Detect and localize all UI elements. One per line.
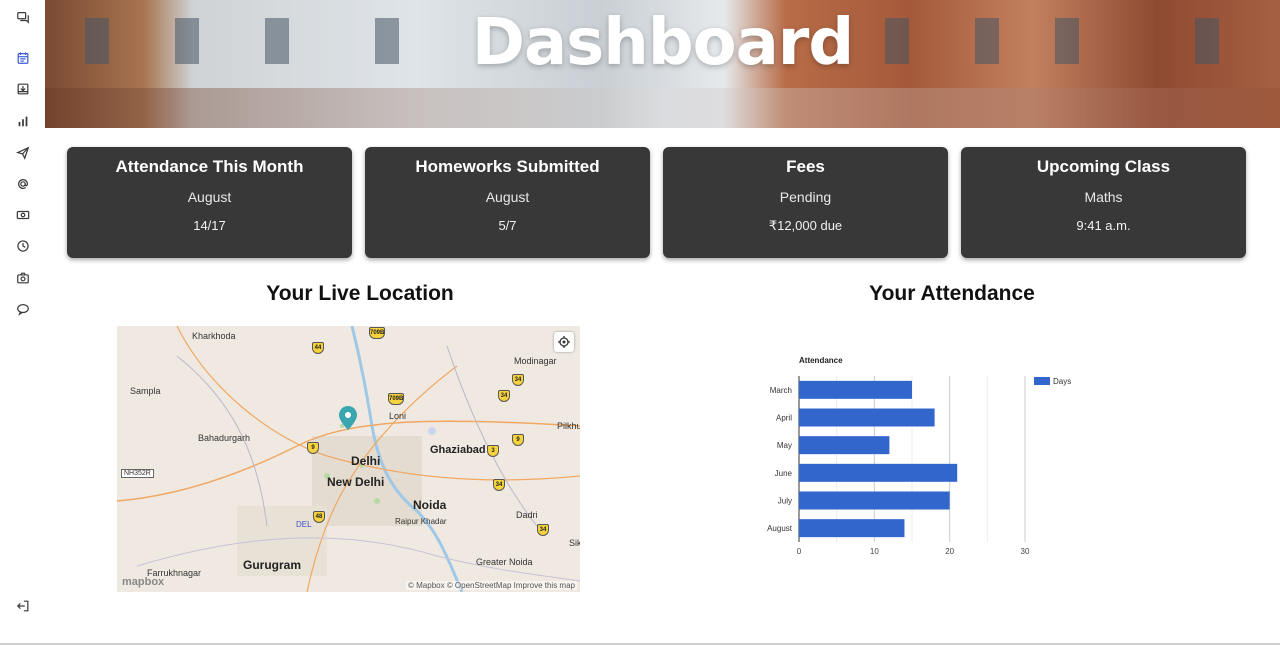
card-value: 9:41 a.m.: [1076, 218, 1131, 233]
card-value: 14/17: [193, 218, 226, 233]
map-place-label: Greater Noida: [476, 557, 533, 567]
map-place-label: Ghaziabad: [430, 444, 486, 456]
map-place-label: Gurugram: [243, 558, 302, 572]
hero-background-band: [45, 88, 1280, 128]
comment-icon[interactable]: [15, 301, 31, 317]
map-place-label: Dadri: [516, 510, 538, 520]
map-background: [117, 326, 580, 592]
map-place-label: Loni: [389, 411, 407, 421]
card-subtitle: August: [187, 189, 232, 205]
map-place-label: Sampla: [130, 386, 161, 396]
map-road-shield: 709B: [369, 327, 385, 339]
inbox-download-icon[interactable]: [15, 81, 31, 97]
map-road-shield: 34: [493, 479, 505, 491]
chart-y-tick-label: June: [775, 469, 793, 478]
page-title: Dashboard: [471, 6, 854, 80]
chart-legend-label: Days: [1053, 377, 1071, 386]
map-road-shield: 709B: [388, 393, 404, 405]
card-subtitle: Pending: [779, 189, 832, 205]
stat-cards: Attendance This Month August 14/17 Homew…: [67, 147, 1246, 258]
card-homeworks[interactable]: Homeworks Submitted August 5/7: [365, 147, 650, 258]
geolocate-button[interactable]: [554, 332, 574, 352]
card-value: ₹12,000 due: [768, 218, 843, 233]
live-location-map[interactable]: Kharkhoda Sampla Bahadurgarh Delhi New D…: [117, 326, 580, 592]
chart-legend-swatch: [1034, 377, 1050, 385]
card-title: Homeworks Submitted: [415, 157, 600, 176]
card-upcoming-class[interactable]: Upcoming Class Maths 9:41 a.m.: [961, 147, 1246, 258]
chart-bar: [799, 380, 912, 399]
chart-y-tick-label: August: [767, 524, 793, 533]
map-road-shield: 44: [312, 342, 324, 354]
chart-y-tick-label: March: [770, 386, 792, 395]
location-title: Your Live Location: [266, 282, 454, 305]
map-place-label: New Delhi: [327, 475, 385, 489]
crosshair-icon: [558, 336, 570, 348]
card-fees[interactable]: Fees Pending ₹12,000 due: [663, 147, 948, 258]
chart-x-tick-label: 10: [870, 547, 879, 556]
logout-icon[interactable]: [15, 598, 31, 614]
bar-chart-icon[interactable]: [15, 113, 31, 129]
map-road-shield: 9: [307, 442, 319, 454]
map-road-shield: 3: [487, 445, 499, 457]
map-place-label: Raipur Khadar: [395, 517, 447, 526]
chart-bar: [799, 463, 958, 482]
chart-y-tick-label: July: [778, 497, 792, 506]
chart-y-tick-label: May: [777, 441, 792, 450]
chart-x-tick-label: 20: [945, 547, 954, 556]
chat-bubbles-icon[interactable]: [15, 9, 31, 25]
map-place-label: Delhi: [351, 454, 381, 468]
card-title: Fees: [786, 157, 825, 176]
mapbox-logo: mapbox: [122, 576, 165, 588]
map-place-label: Modinagar: [514, 356, 557, 366]
map-road-shield: 34: [537, 524, 549, 536]
chart-x-tick-label: 0: [797, 547, 802, 556]
attendance-title: Your Attendance: [869, 282, 1035, 305]
map-place-label: Pilkhu: [557, 421, 580, 431]
card-subtitle: Maths: [1084, 189, 1123, 205]
map-place-label: Kharkhoda: [192, 331, 236, 341]
camera-icon[interactable]: [15, 270, 31, 286]
location-pin-icon[interactable]: [339, 406, 357, 430]
map-road-shield: 34: [512, 374, 524, 386]
map-place-label: Noida: [413, 498, 447, 512]
attendance-chart: Attendance 0 10 20 30 March April May June July Au…: [767, 356, 1071, 556]
card-title: Upcoming Class: [1036, 157, 1171, 176]
map-road-shield: 9: [512, 434, 524, 446]
chart-bar: [799, 519, 905, 538]
map-road-shield: 34: [498, 390, 510, 402]
card-title: Attendance This Month: [115, 157, 304, 176]
calendar-icon[interactable]: [15, 50, 31, 66]
at-sign-icon[interactable]: [15, 176, 31, 192]
chart-title: Attendance: [799, 356, 843, 365]
map-place-label: Sik: [569, 538, 580, 548]
card-value: 5/7: [498, 218, 517, 233]
map-road-shield: 48: [313, 511, 325, 523]
chart-y-tick-label: April: [776, 414, 792, 423]
map-place-label: Bahadurgarh: [198, 433, 251, 443]
sidebar: [0, 0, 45, 645]
card-subtitle: August: [485, 189, 530, 205]
map-place-label: DEL: [296, 520, 312, 529]
paper-plane-icon[interactable]: [15, 145, 31, 161]
money-icon[interactable]: [15, 207, 31, 223]
chart-bar: [799, 491, 950, 510]
map-attribution[interactable]: © Mapbox © OpenStreetMap Improve this ma…: [406, 581, 577, 590]
chart-x-tick-label: 30: [1021, 547, 1030, 556]
card-attendance[interactable]: Attendance This Month August 14/17: [67, 147, 352, 258]
chart-bar: [799, 436, 890, 455]
clock-icon[interactable]: [15, 238, 31, 254]
hero-banner: Dashboard: [45, 0, 1280, 128]
map-road-label: NH352R: [121, 469, 154, 478]
chart-bar: [799, 408, 935, 427]
